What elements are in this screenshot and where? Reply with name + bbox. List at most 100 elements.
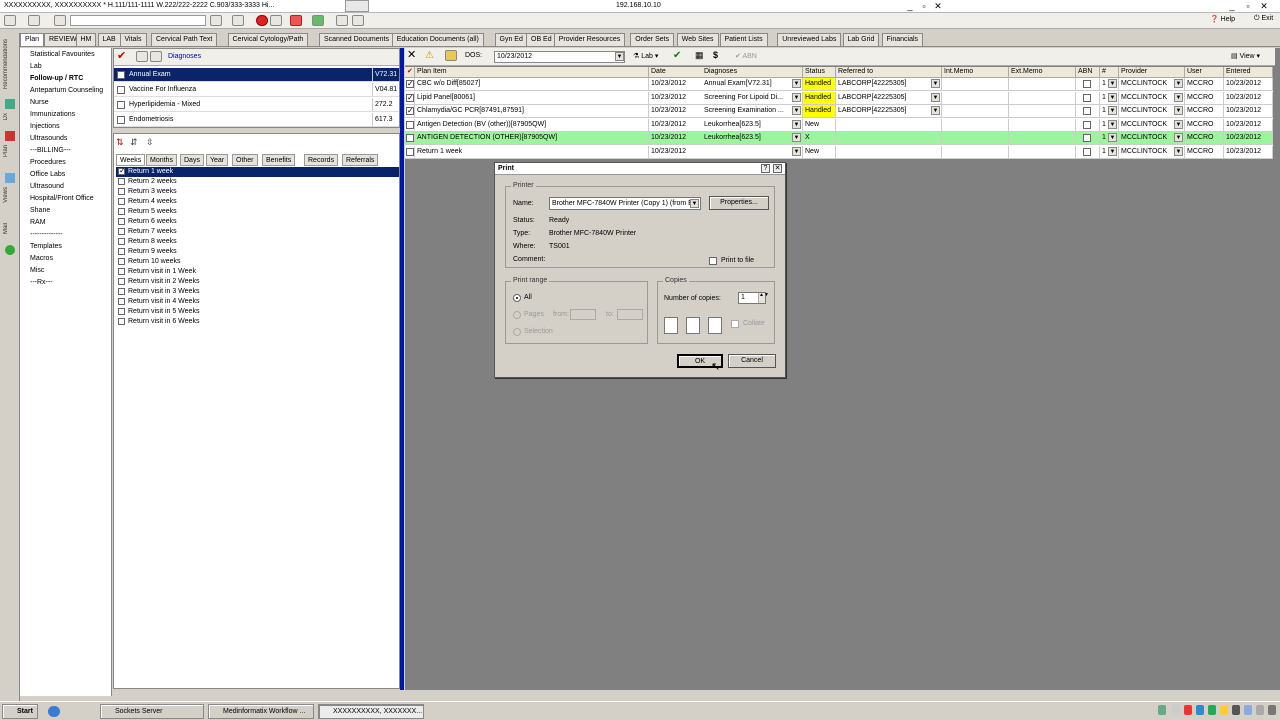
tray-icon[interactable] (1158, 705, 1166, 715)
range-pages-radio[interactable] (513, 311, 521, 319)
nav-item-14[interactable]: RAM (30, 219, 46, 226)
patient-search-input[interactable] (70, 15, 206, 26)
app-restore-icon[interactable]: ▫ (1242, 1, 1254, 11)
column-header[interactable]: Provider (1119, 67, 1185, 78)
return-checkbox[interactable] (118, 308, 125, 315)
side-plan[interactable]: Plan (3, 145, 9, 157)
cell-dropdown-icon[interactable]: ▼ (1108, 119, 1117, 129)
range-to-input[interactable] (617, 309, 643, 320)
tray-icon[interactable] (1196, 705, 1204, 715)
row-select-cell[interactable] (405, 78, 415, 91)
side-mail[interactable]: Mail (3, 223, 9, 234)
sort-asc-icon[interactable]: ⇅ (116, 137, 124, 148)
nav-item-9[interactable]: Procedures (30, 159, 66, 166)
diagnoses-header[interactable]: Diagnoses (168, 53, 201, 60)
row-checkbox[interactable] (406, 92, 414, 104)
panel-divider[interactable] (400, 48, 404, 690)
nav-item-0[interactable]: Statistical Favourites (30, 51, 95, 58)
row-checkbox[interactable] (406, 78, 414, 90)
grid-icon[interactable]: ▦ (695, 50, 704, 61)
abn-cell[interactable] (1076, 145, 1100, 159)
taskbar-item-patient[interactable]: XXXXXXXXXX, XXXXXXX... (318, 704, 424, 719)
tab-financials[interactable]: Financials (881, 33, 924, 46)
views-icon[interactable] (5, 173, 15, 183)
cell-dropdown-icon[interactable]: ▼ (1174, 119, 1183, 129)
table-cell[interactable] (942, 91, 1009, 105)
return-item[interactable]: Return visit in 2 Weeks (116, 277, 399, 287)
return-checkbox[interactable] (118, 318, 125, 325)
cell-dropdown-icon[interactable]: ▼ (1108, 146, 1117, 156)
tab-scanned-documents[interactable]: Scanned Documents (319, 33, 394, 46)
cell-dropdown-icon[interactable]: ▼ (1174, 133, 1183, 142)
table-cell[interactable] (1009, 145, 1076, 159)
table-cell[interactable]: MCCRO (1185, 78, 1224, 91)
return-item[interactable]: Return 1 week (116, 166, 399, 177)
chart-icon[interactable] (312, 15, 324, 26)
close-icon[interactable]: ✕ (932, 1, 944, 11)
side-dx[interactable]: Dx (3, 113, 9, 120)
abn-button[interactable]: ✔ ABN (735, 52, 757, 60)
approve-icon[interactable]: ✔ (673, 50, 681, 61)
column-header[interactable]: Referred to (836, 67, 942, 78)
table-cell[interactable]: Lipid Panel[80061] (415, 91, 649, 105)
taskbar-item-sockets[interactable]: Sockets Server (100, 704, 204, 719)
calendar-icon[interactable] (232, 15, 244, 26)
cell-dropdown-icon[interactable]: ▼ (1108, 133, 1117, 142)
abn-cell[interactable] (1076, 118, 1100, 132)
return-checkbox[interactable] (118, 166, 126, 175)
tray-icon[interactable] (1232, 705, 1240, 715)
sort-za-icon[interactable]: ⇳ (146, 137, 154, 148)
cell-dropdown-icon[interactable]: ▼ (931, 79, 940, 88)
table-cell[interactable]: 10/23/2012 (1224, 105, 1273, 118)
diagnosis-row[interactable]: Annual Exam V72.31 (114, 68, 399, 82)
cell-dropdown-icon[interactable]: ▼ (792, 79, 801, 88)
print-to-file-checkbox[interactable] (709, 257, 717, 265)
printer-dropdown-icon[interactable]: ▼ (690, 199, 699, 208)
table-cell[interactable]: ANTIGEN DETECTION (OTHER)[87905QW] (415, 132, 649, 145)
tab-education-documents-all-[interactable]: Education Documents (all) (391, 33, 484, 46)
nav-item-3[interactable]: Antepartum Counseling (30, 87, 103, 94)
plan-icon[interactable] (5, 131, 15, 141)
table-cell[interactable]: MCCLINTOCK ▼ (1119, 132, 1185, 145)
row-select-cell[interactable] (405, 105, 415, 118)
return-item[interactable]: Return 8 weeks (116, 237, 399, 247)
table-cell[interactable]: LABCORP[42225305] ▼ (836, 105, 942, 118)
diagnosis-checkbox[interactable] (117, 116, 125, 124)
table-cell[interactable]: 1 ▼ (1100, 105, 1119, 118)
table-cell[interactable] (942, 118, 1009, 132)
table-cell[interactable]: New (803, 145, 836, 159)
row-select-cell[interactable] (405, 118, 415, 132)
abn-checkbox[interactable] (1083, 147, 1091, 156)
return-item[interactable]: Return visit in 4 Weeks (116, 297, 399, 307)
column-header[interactable]: Ext.Memo (1009, 67, 1076, 78)
table-cell[interactable]: 10/23/2012 (1224, 118, 1273, 132)
abn-cell[interactable] (1076, 105, 1100, 118)
subtab-referrals[interactable]: Referrals (342, 154, 379, 166)
return-checkbox[interactable] (118, 198, 125, 205)
table-cell[interactable]: Screening Examination ... ▼ (702, 105, 803, 118)
tab-patient-lists[interactable]: Patient Lists (719, 33, 768, 46)
table-cell[interactable] (1009, 105, 1076, 118)
tray-icon[interactable] (1184, 705, 1192, 715)
copies-spinner-icon[interactable]: ▲▼ (758, 293, 769, 303)
nav-item-13[interactable]: Shane (30, 207, 50, 214)
table-cell[interactable]: Leukorrhea[623.5] ▼ (702, 118, 803, 132)
table-cell[interactable] (836, 118, 942, 132)
abn-cell[interactable] (1076, 91, 1100, 105)
table-cell[interactable] (1009, 118, 1076, 132)
table-cell[interactable]: 10/23/2012 (649, 78, 703, 91)
row-select-cell[interactable] (405, 145, 415, 159)
table-cell[interactable]: Return 1 week (415, 145, 649, 159)
table-cell[interactable]: MCCRO (1185, 145, 1224, 159)
table-cell[interactable] (836, 132, 942, 145)
table-cell[interactable]: 1 ▼ (1100, 145, 1119, 159)
dialog-help-icon[interactable]: ? (761, 164, 770, 173)
table-cell[interactable]: Handled (803, 91, 836, 105)
nav-item-8[interactable]: ---BILLING--- (30, 147, 71, 154)
return-checkbox[interactable] (118, 228, 125, 235)
restore-icon[interactable]: ▫ (918, 1, 930, 11)
table-cell[interactable]: Screening For Lipoid Di... ▼ (702, 91, 803, 105)
table-cell[interactable]: X (803, 132, 836, 145)
return-checkbox[interactable] (118, 248, 125, 255)
return-item[interactable]: Return 10 weeks (116, 257, 399, 267)
